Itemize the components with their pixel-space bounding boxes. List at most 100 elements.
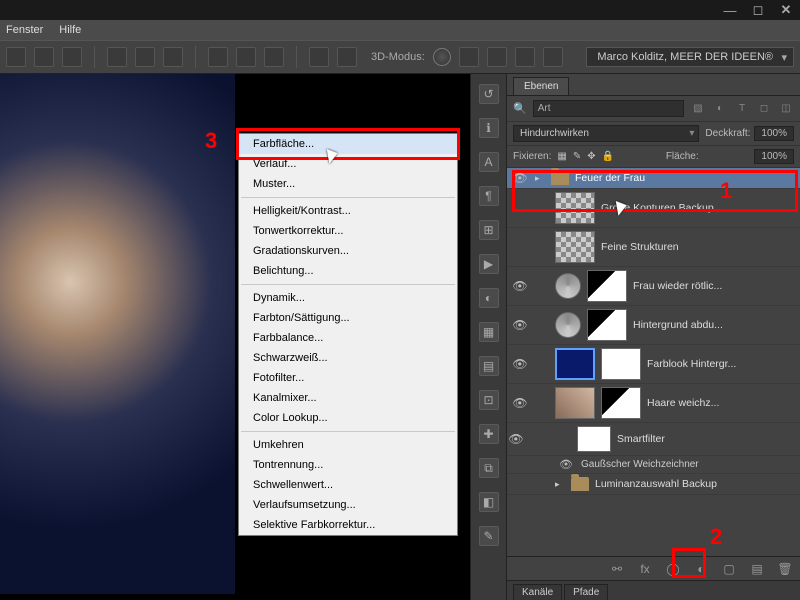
filter-pixel-icon[interactable]: ▧ [690, 101, 706, 117]
layer-name[interactable]: Luminanzauswahl Backup [595, 478, 717, 490]
layer-thumb[interactable] [555, 231, 595, 263]
adjustment-layer-menu[interactable]: Farbfläche... Verlauf... Muster... Helli… [238, 133, 458, 536]
layer-item[interactable]: Feine Strukturen [507, 228, 800, 267]
opt-icon[interactable] [515, 47, 535, 67]
opt-icon[interactable] [163, 47, 183, 67]
visibility-toggle[interactable]: 👁 [511, 396, 529, 410]
menu-helligkeit[interactable]: Helligkeit/Kontrast... [239, 201, 457, 221]
adjustment-icon[interactable] [555, 312, 581, 338]
blend-mode-select[interactable]: Hindurchwirken [513, 125, 699, 142]
layer-item[interactable]: 👁 Hintergrund abdu... [507, 306, 800, 345]
tab-ebenen[interactable]: Ebenen [513, 77, 569, 95]
menu-gradation[interactable]: Gradationskurven... [239, 241, 457, 261]
character-panel-icon[interactable]: A [479, 152, 499, 172]
menu-tonwert[interactable]: Tonwertkorrektur... [239, 221, 457, 241]
minimize-button[interactable]: — [716, 0, 744, 20]
mask-thumb[interactable] [587, 309, 627, 341]
actions-panel-icon[interactable]: ▶ [479, 254, 499, 274]
fill-value[interactable]: 100% [754, 149, 794, 164]
opt-icon[interactable] [107, 47, 127, 67]
menu-fenster[interactable]: Fenster [6, 24, 43, 36]
user-dropdown[interactable]: Marco Kolditz, MEER DER IDEEN® [586, 47, 794, 67]
lock-paint-icon[interactable]: ✎ [573, 151, 581, 162]
visibility-toggle[interactable]: 👁 [511, 279, 529, 293]
visibility-toggle[interactable]: 👁 [511, 357, 529, 371]
opt-icon[interactable] [487, 47, 507, 67]
layer-name[interactable]: Farblook Hintergr... [647, 358, 736, 370]
filter-name[interactable]: Gaußscher Weichzeichner [581, 459, 699, 470]
menu-schwarzweiss[interactable]: Schwarzweiß... [239, 348, 457, 368]
layer-group[interactable]: ▸ Luminanzauswahl Backup [507, 474, 800, 495]
styles-panel-icon[interactable]: ▤ [479, 356, 499, 376]
fx-icon[interactable]: fx [636, 560, 654, 578]
smartfilter-entry[interactable]: 👁 Gaußscher Weichzeichner [507, 456, 800, 474]
mask-thumb[interactable] [601, 387, 641, 419]
fill-thumb[interactable] [555, 348, 595, 380]
mask-thumb[interactable] [587, 270, 627, 302]
menu-schwellenwert[interactable]: Schwellenwert... [239, 475, 457, 495]
panel-icon[interactable]: ✚ [479, 424, 499, 444]
menu-verlaufsumsetzung[interactable]: Verlaufsumsetzung... [239, 495, 457, 515]
menu-tontrennung[interactable]: Tontrennung... [239, 455, 457, 475]
layer-item[interactable]: 👁 Haare weichz... [507, 384, 800, 423]
layer-item[interactable]: 👁 Farblook Hintergr... [507, 345, 800, 384]
opt-icon[interactable] [309, 47, 329, 67]
menu-muster[interactable]: Muster... [239, 174, 457, 194]
opt-icon[interactable] [6, 47, 26, 67]
menu-farbton[interactable]: Farbton/Sättigung... [239, 308, 457, 328]
menu-farbbalance[interactable]: Farbbalance... [239, 328, 457, 348]
opt-icon[interactable] [264, 47, 284, 67]
opt-icon[interactable] [208, 47, 228, 67]
tab-pfade[interactable]: Pfade [564, 584, 608, 600]
layer-item[interactable]: 👁 Frau wieder rötlic... [507, 267, 800, 306]
menu-kanalmixer[interactable]: Kanalmixer... [239, 388, 457, 408]
menu-selektiv[interactable]: Selektive Farbkorrektur... [239, 515, 457, 535]
info-panel-icon[interactable]: ℹ [479, 118, 499, 138]
opt-icon[interactable] [34, 47, 54, 67]
lock-position-icon[interactable]: ✥ [587, 151, 595, 162]
light-3d-icon[interactable] [433, 48, 451, 66]
panel-icon[interactable]: ⊞ [479, 220, 499, 240]
filter-type-icon[interactable]: T [734, 101, 750, 117]
filter-shape-icon[interactable]: ◻ [756, 101, 772, 117]
menu-umkehren[interactable]: Umkehren [239, 435, 457, 455]
brush-panel-icon[interactable]: ✎ [479, 526, 499, 546]
layer-list[interactable]: 👁 ▸ Feuer der Frau Grobe Konturen Backup… [507, 168, 800, 556]
layer-name[interactable]: Hintergrund abdu... [633, 319, 723, 331]
filter-adjust-icon[interactable]: ◐ [712, 101, 728, 117]
close-button[interactable]: ✕ [772, 0, 800, 20]
opt-icon[interactable] [543, 47, 563, 67]
adjustment-icon[interactable] [555, 273, 581, 299]
menu-belichtung[interactable]: Belichtung... [239, 261, 457, 281]
opt-icon[interactable] [459, 47, 479, 67]
delete-icon[interactable]: 🗑 [776, 560, 794, 578]
layer-name[interactable]: Frau wieder rötlic... [633, 280, 722, 292]
layer-name[interactable]: Haare weichz... [647, 397, 719, 409]
filtermask-thumb[interactable] [577, 426, 611, 452]
opt-icon[interactable] [135, 47, 155, 67]
clone-panel-icon[interactable]: ⧉ [479, 458, 499, 478]
menu-fotofilter[interactable]: Fotofilter... [239, 368, 457, 388]
link-layers-icon[interactable]: ⚯ [608, 560, 626, 578]
visibility-toggle[interactable]: 👁 [557, 458, 575, 471]
visibility-toggle[interactable]: 👁 [507, 432, 525, 446]
layer-filter-kind[interactable]: Art [533, 100, 684, 117]
menu-colorlookup[interactable]: Color Lookup... [239, 408, 457, 428]
opacity-value[interactable]: 100% [754, 126, 794, 141]
lock-all-icon[interactable]: 🔒 [602, 151, 614, 162]
panel-icon[interactable]: ⊡ [479, 390, 499, 410]
opt-icon[interactable] [337, 47, 357, 67]
group-icon[interactable]: ▢ [720, 560, 738, 578]
disclosure-icon[interactable]: ▸ [555, 479, 565, 490]
menu-dynamik[interactable]: Dynamik... [239, 288, 457, 308]
menu-hilfe[interactable]: Hilfe [59, 24, 81, 36]
smart-thumb[interactable] [555, 387, 595, 419]
paragraph-panel-icon[interactable]: ¶ [479, 186, 499, 206]
swatches-panel-icon[interactable]: ▦ [479, 322, 499, 342]
visibility-toggle[interactable]: 👁 [511, 318, 529, 332]
maximize-button[interactable]: ◻ [744, 0, 772, 20]
filter-smart-icon[interactable]: ◫ [778, 101, 794, 117]
opt-icon[interactable] [62, 47, 82, 67]
new-layer-icon[interactable]: ▤ [748, 560, 766, 578]
panel-icon[interactable]: ◧ [479, 492, 499, 512]
